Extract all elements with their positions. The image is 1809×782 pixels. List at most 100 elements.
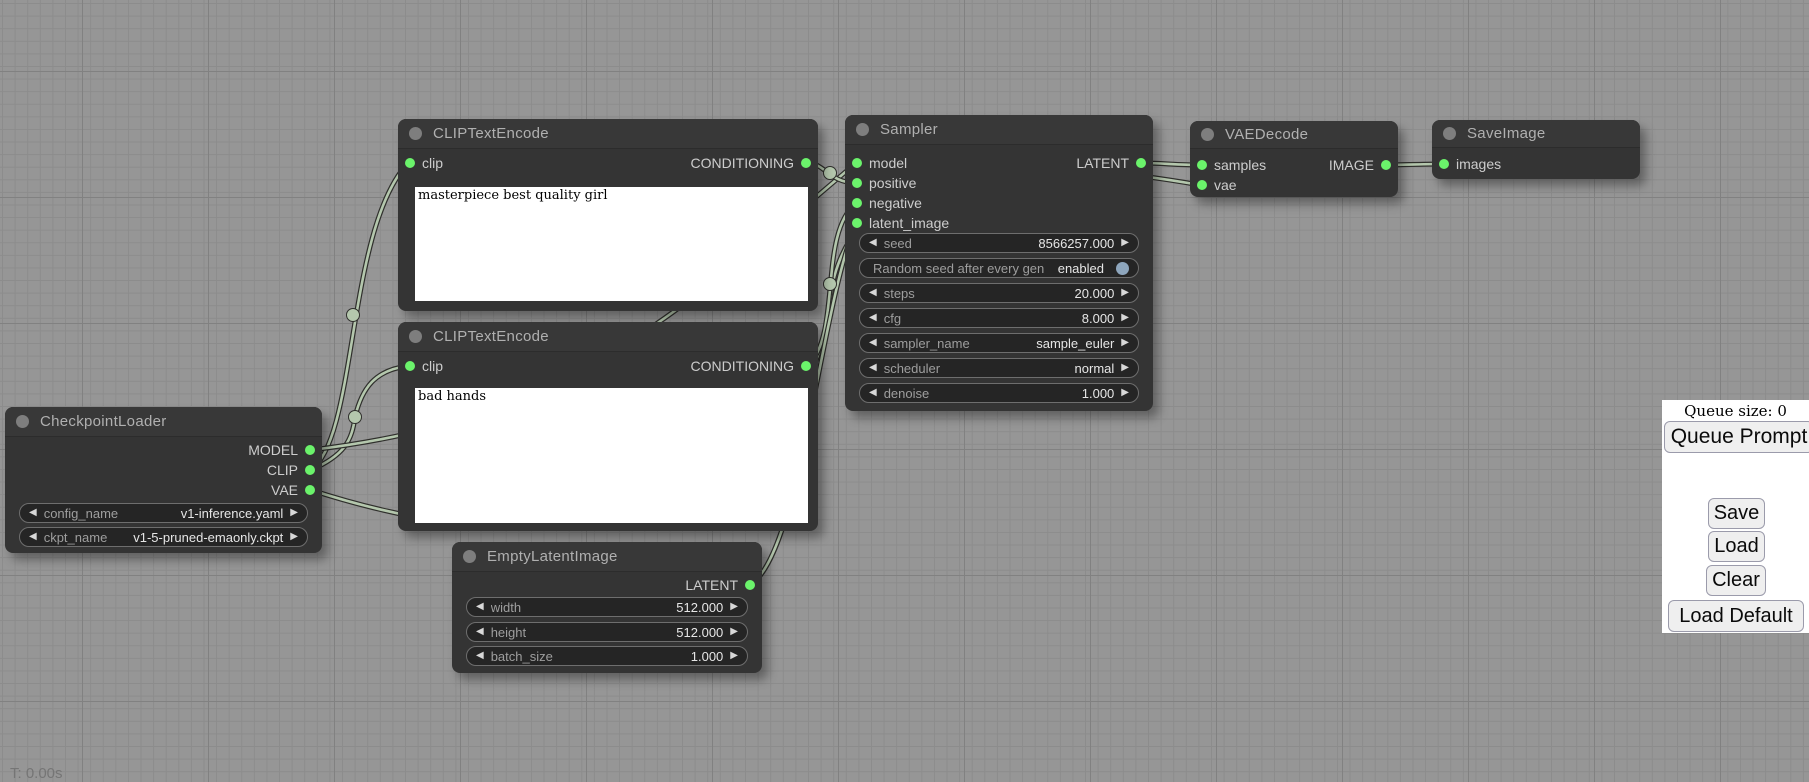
input-dot-icon[interactable] <box>852 158 862 168</box>
widget-config-name[interactable]: ◀ config_name v1-inference.yaml ▶ <box>19 503 308 523</box>
decrement-arrow-icon[interactable]: ◀ <box>476 651 484 661</box>
node-checkpoint-loader[interactable]: CheckpointLoader MODEL CLIP VAE ◀ config… <box>5 407 322 553</box>
link-midpoint-dot[interactable] <box>824 278 837 291</box>
node-clip-text-encode-positive[interactable]: CLIPTextEncode clip CONDITIONING masterp… <box>398 119 818 311</box>
widget-height[interactable]: ◀ height 512.000 ▶ <box>466 622 748 642</box>
save-button[interactable]: Save <box>1708 498 1765 529</box>
input-slot-samples[interactable]: samples <box>1197 155 1266 175</box>
clear-button[interactable]: Clear <box>1706 565 1766 596</box>
node-collapse-dot[interactable] <box>409 127 422 140</box>
increment-arrow-icon[interactable]: ▶ <box>1121 338 1129 348</box>
node-clip-text-encode-negative[interactable]: CLIPTextEncode clip CONDITIONING bad han… <box>398 322 818 531</box>
input-dot-icon[interactable] <box>1439 159 1449 169</box>
increment-arrow-icon[interactable]: ▶ <box>730 651 738 661</box>
output-dot-icon[interactable] <box>745 580 755 590</box>
output-slot-conditioning[interactable]: CONDITIONING <box>691 153 811 173</box>
output-slot-clip[interactable]: CLIP <box>267 460 315 480</box>
output-dot-icon[interactable] <box>801 158 811 168</box>
output-dot-icon[interactable] <box>305 445 315 455</box>
widget-batch-size[interactable]: ◀ batch_size 1.000 ▶ <box>466 646 748 666</box>
decrement-arrow-icon[interactable]: ◀ <box>476 602 484 612</box>
node-titlebar[interactable]: CheckpointLoader <box>5 407 322 437</box>
input-slot-vae[interactable]: vae <box>1197 175 1237 195</box>
output-slot-latent[interactable]: LATENT <box>685 575 755 595</box>
output-dot-icon[interactable] <box>305 465 315 475</box>
positive-prompt-textarea[interactable]: masterpiece best quality girl <box>415 187 808 301</box>
input-dot-icon[interactable] <box>852 178 862 188</box>
increment-arrow-icon[interactable]: ▶ <box>290 532 298 542</box>
node-empty-latent-image[interactable]: EmptyLatentImage LATENT ◀ width 512.000 … <box>452 542 762 673</box>
input-slot-model[interactable]: model <box>852 153 907 173</box>
input-slot-clip[interactable]: clip <box>405 153 443 173</box>
input-dot-icon[interactable] <box>405 158 415 168</box>
input-dot-icon[interactable] <box>1197 160 1207 170</box>
input-slot-negative[interactable]: negative <box>852 193 922 213</box>
queue-prompt-button[interactable]: Queue Prompt <box>1664 421 1809 453</box>
decrement-arrow-icon[interactable]: ◀ <box>869 363 877 373</box>
link-midpoint-dot[interactable] <box>349 411 362 424</box>
decrement-arrow-icon[interactable]: ◀ <box>869 313 877 323</box>
output-dot-icon[interactable] <box>1381 160 1391 170</box>
widget-cfg[interactable]: ◀ cfg 8.000 ▶ <box>859 308 1139 328</box>
decrement-arrow-icon[interactable]: ◀ <box>476 627 484 637</box>
load-button[interactable]: Load <box>1708 531 1765 562</box>
increment-arrow-icon[interactable]: ▶ <box>1121 238 1129 248</box>
node-collapse-dot[interactable] <box>16 415 29 428</box>
node-collapse-dot[interactable] <box>856 123 869 136</box>
output-dot-icon[interactable] <box>801 361 811 371</box>
widget-steps[interactable]: ◀ steps 20.000 ▶ <box>859 283 1139 303</box>
input-slot-latent-image[interactable]: latent_image <box>852 213 949 233</box>
increment-arrow-icon[interactable]: ▶ <box>290 508 298 518</box>
increment-arrow-icon[interactable]: ▶ <box>1121 288 1129 298</box>
input-slot-positive[interactable]: positive <box>852 173 916 193</box>
decrement-arrow-icon[interactable]: ◀ <box>29 532 37 542</box>
input-dot-icon[interactable] <box>852 218 862 228</box>
output-slot-latent[interactable]: LATENT <box>1076 153 1146 173</box>
node-collapse-dot[interactable] <box>1201 128 1214 141</box>
decrement-arrow-icon[interactable]: ◀ <box>29 508 37 518</box>
output-dot-icon[interactable] <box>1136 158 1146 168</box>
input-dot-icon[interactable] <box>405 361 415 371</box>
output-slot-model[interactable]: MODEL <box>248 440 315 460</box>
node-collapse-dot[interactable] <box>463 550 476 563</box>
widget-ckpt-name[interactable]: ◀ ckpt_name v1-5-pruned-emaonly.ckpt ▶ <box>19 527 308 547</box>
widget-scheduler[interactable]: ◀ scheduler normal ▶ <box>859 358 1139 378</box>
widget-sampler-name[interactable]: ◀ sampler_name sample_euler ▶ <box>859 333 1139 353</box>
increment-arrow-icon[interactable]: ▶ <box>730 602 738 612</box>
node-sampler[interactable]: Sampler model positive negative latent_i… <box>845 115 1153 411</box>
increment-arrow-icon[interactable]: ▶ <box>1121 388 1129 398</box>
increment-arrow-icon[interactable]: ▶ <box>1121 363 1129 373</box>
input-slot-images[interactable]: images <box>1439 154 1501 174</box>
increment-arrow-icon[interactable]: ▶ <box>1121 313 1129 323</box>
output-dot-icon[interactable] <box>305 485 315 495</box>
node-collapse-dot[interactable] <box>1443 127 1456 140</box>
decrement-arrow-icon[interactable]: ◀ <box>869 338 877 348</box>
output-slot-conditioning[interactable]: CONDITIONING <box>691 356 811 376</box>
toggle-dot-icon[interactable] <box>1116 262 1129 275</box>
node-titlebar[interactable]: EmptyLatentImage <box>452 542 762 572</box>
link-midpoint-dot[interactable] <box>347 309 360 322</box>
widget-random-seed-toggle[interactable]: Random seed after every gen enabled <box>859 258 1139 278</box>
node-titlebar[interactable]: Sampler <box>845 115 1153 145</box>
node-titlebar[interactable]: CLIPTextEncode <box>398 119 818 149</box>
node-titlebar[interactable]: CLIPTextEncode <box>398 322 818 352</box>
link-midpoint-dot[interactable] <box>824 167 837 180</box>
input-slot-clip[interactable]: clip <box>405 356 443 376</box>
widget-width[interactable]: ◀ width 512.000 ▶ <box>466 597 748 617</box>
input-dot-icon[interactable] <box>852 198 862 208</box>
widget-denoise[interactable]: ◀ denoise 1.000 ▶ <box>859 383 1139 403</box>
load-default-button[interactable]: Load Default <box>1668 600 1804 632</box>
decrement-arrow-icon[interactable]: ◀ <box>869 288 877 298</box>
node-collapse-dot[interactable] <box>409 330 422 343</box>
decrement-arrow-icon[interactable]: ◀ <box>869 388 877 398</box>
node-save-image[interactable]: SaveImage images <box>1432 120 1640 179</box>
input-dot-icon[interactable] <box>1197 180 1207 190</box>
node-titlebar[interactable]: SaveImage <box>1432 120 1640 148</box>
increment-arrow-icon[interactable]: ▶ <box>730 627 738 637</box>
widget-seed[interactable]: ◀ seed 8566257.000 ▶ <box>859 233 1139 253</box>
node-vae-decode[interactable]: VAEDecode samples vae IMAGE <box>1190 121 1398 197</box>
output-slot-image[interactable]: IMAGE <box>1329 155 1391 175</box>
decrement-arrow-icon[interactable]: ◀ <box>869 238 877 248</box>
node-titlebar[interactable]: VAEDecode <box>1190 121 1398 149</box>
output-slot-vae[interactable]: VAE <box>271 480 315 500</box>
